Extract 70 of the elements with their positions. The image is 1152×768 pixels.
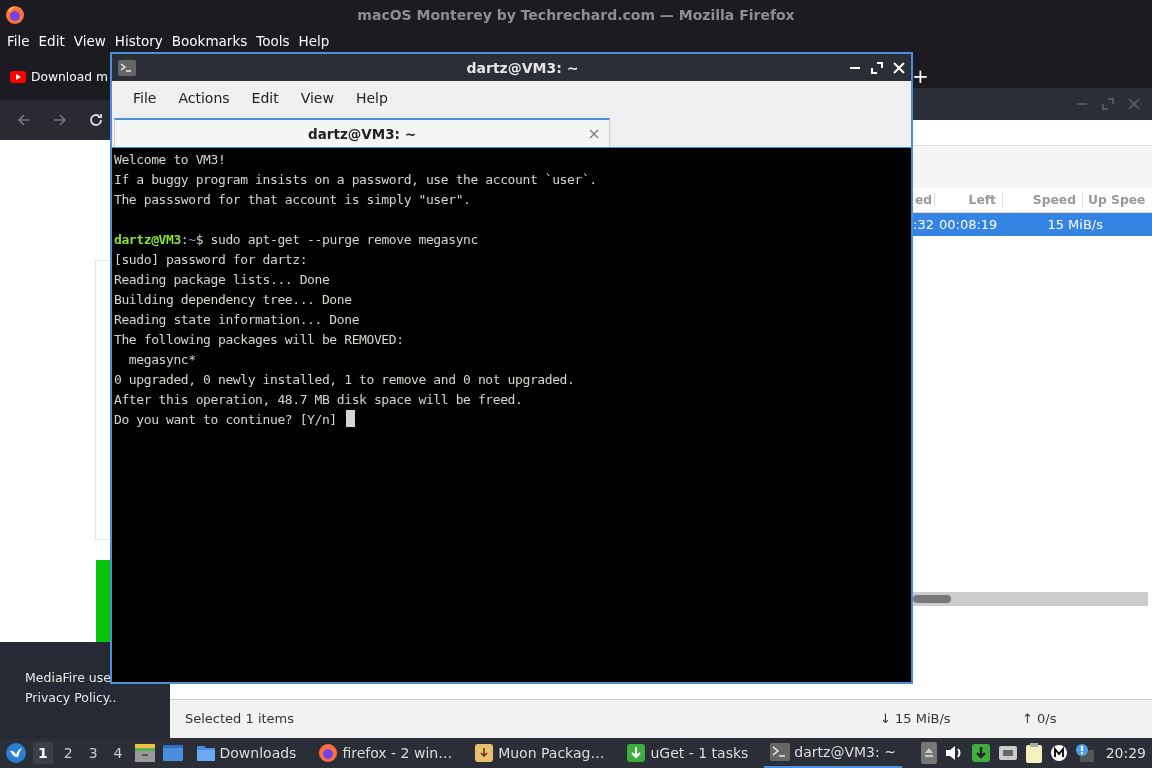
terminal-line: The following packages will be REMOVED: xyxy=(114,331,404,349)
terminal-line: After this operation, 48.7 MB disk space will be freed. xyxy=(114,391,523,409)
workspace-button[interactable]: 2 xyxy=(58,742,78,764)
menu-item[interactable]: View xyxy=(289,89,345,106)
terminal-line: Reading state information... Done xyxy=(114,311,360,329)
folder-icon xyxy=(195,744,216,762)
new-tab-button[interactable]: + xyxy=(912,66,929,86)
menu-item[interactable]: Edit xyxy=(38,33,65,49)
terminal-line: If a buggy program insists on a password, use the account `user`. xyxy=(114,171,597,189)
taskbar-item[interactable]: uGet - 1 tasks xyxy=(620,738,755,768)
table-cell-text: 00:08:19 xyxy=(938,217,999,232)
eject-icon[interactable] xyxy=(920,742,937,764)
download-row[interactable]: :32 00:08:19 15 MiB/s xyxy=(913,213,1152,236)
terminal-line: Reading package lists... Done xyxy=(114,271,330,289)
menu-item[interactable]: Help xyxy=(298,33,330,49)
window-icon[interactable] xyxy=(161,744,184,762)
menu-item[interactable]: File xyxy=(122,89,168,106)
terminal-line: The passsword for that account is simply "user". xyxy=(114,191,471,209)
taskbar-item[interactable]: Downloads xyxy=(189,738,303,768)
terminal-line: megasync* xyxy=(127,351,196,369)
browser-tab[interactable]: Download m xyxy=(0,64,108,90)
clock: 20:29 xyxy=(1105,745,1146,761)
privacy-link[interactable]: Privacy Policy.. xyxy=(25,690,117,705)
alert-icon[interactable] xyxy=(1074,743,1095,763)
table-cell-text: 15 MiB/s xyxy=(1046,217,1103,232)
taskbar-item[interactable]: firefox - 2 win… xyxy=(312,738,459,768)
workspace-button[interactable]: 3 xyxy=(83,742,103,764)
m-badge-icon[interactable] xyxy=(1049,744,1068,762)
menu-item[interactable]: Tools xyxy=(256,33,290,49)
menu-item[interactable]: Edit xyxy=(240,89,290,106)
status-text: Selected 1 items xyxy=(185,711,295,726)
terminal-line: dartz@VM3:~$ sudo apt-get --purge remove megasync xyxy=(114,231,478,249)
play-icon xyxy=(10,71,26,83)
menu-item[interactable]: History xyxy=(114,33,163,49)
terminal-line: Welcome to VM3! xyxy=(114,151,226,169)
terminal-line: [sudo] password for dartz: xyxy=(114,251,308,269)
download-speed: ↓ 15 MiB/s xyxy=(880,711,951,726)
fox-logo-icon xyxy=(318,743,339,763)
network-icon[interactable] xyxy=(997,744,1018,762)
menu-item[interactable]: Bookmarks xyxy=(171,33,248,49)
back-icon[interactable] xyxy=(16,112,32,128)
terminal-icon xyxy=(770,743,791,761)
taskbar-item[interactable]: Muon Packag… xyxy=(468,738,611,768)
terminal-line: 0 upgraded, 0 newly installed, 1 to remove and 0 not upgraded. xyxy=(114,371,575,389)
clipboard-icon[interactable] xyxy=(1024,742,1043,764)
menu-item[interactable]: Help xyxy=(344,89,399,106)
window-title: macOS Monterey by Techrechard.com — Mozilla Firefox xyxy=(356,7,796,23)
horizontal-scrollbar[interactable] xyxy=(913,592,1148,606)
menu-item[interactable]: File xyxy=(7,33,30,49)
forward-icon[interactable] xyxy=(52,112,68,128)
table-cell: :32 xyxy=(913,217,931,232)
window-title: dartz@VM3: ~ xyxy=(465,59,580,76)
terminal-line: Do you want to continue? [Y/n] xyxy=(114,410,356,430)
download-icon xyxy=(626,743,647,763)
terminal-tab[interactable]: dartz@VM3: ~ xyxy=(114,118,610,147)
scrollbar-thumb[interactable] xyxy=(913,595,951,603)
footer-text: MediaFire use xyxy=(25,670,111,685)
workspace-button[interactable]: 4 xyxy=(108,742,128,764)
package-icon xyxy=(474,743,495,763)
fox-logo-icon xyxy=(5,5,25,25)
menu-item[interactable]: Actions xyxy=(167,89,241,106)
taskbar-item[interactable]: dartz@VM3: ~ xyxy=(764,738,902,768)
download-icon[interactable] xyxy=(970,743,991,763)
workspace-button[interactable]: 1 xyxy=(33,742,53,764)
reload-icon[interactable] xyxy=(88,112,104,128)
terminal-icon xyxy=(118,59,136,76)
file-cabinet-icon[interactable] xyxy=(133,743,156,763)
upload-speed: ↑ 0/s xyxy=(1022,711,1057,726)
terminal-line: Building dependency tree... Done xyxy=(114,291,352,309)
menu-item[interactable]: View xyxy=(73,33,106,49)
